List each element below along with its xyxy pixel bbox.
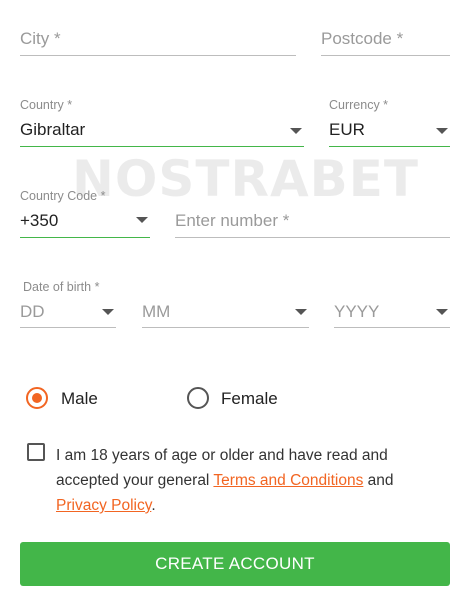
country-code-underline: [20, 237, 150, 238]
female-label: Female: [221, 389, 278, 408]
terms-text: I am 18 years of age or older and have r…: [56, 443, 428, 518]
terms-text-part-2: and: [363, 472, 394, 489]
country-code-value: +350: [20, 211, 59, 230]
dob-month-value: MM: [142, 302, 171, 321]
currency-value: EUR: [329, 120, 365, 139]
postcode-underline: [321, 55, 450, 56]
dob-month-underline: [142, 327, 309, 328]
terms-and-conditions-link[interactable]: Terms and Conditions: [213, 472, 363, 489]
dob-day-value: DD: [20, 302, 45, 321]
gender-option-male[interactable]: Male: [26, 386, 136, 410]
dob-year-value: YYYY: [334, 302, 380, 321]
chevron-down-icon: [436, 128, 448, 134]
country-code-select[interactable]: Country Code * +350: [20, 187, 150, 238]
city-placeholder: City *: [20, 29, 61, 48]
postcode-field[interactable]: Postcode *: [321, 24, 450, 56]
female-radio[interactable]: [187, 387, 209, 409]
postcode-placeholder: Postcode *: [321, 29, 404, 48]
dob-month-select[interactable]: MM: [142, 296, 309, 328]
male-label: Male: [61, 389, 98, 408]
currency-select[interactable]: Currency * EUR: [329, 96, 450, 147]
chevron-down-icon: [436, 309, 448, 315]
dob-year-underline: [334, 327, 450, 328]
terms-text-part-3: .: [151, 497, 156, 514]
phone-underline: [175, 237, 450, 238]
dob-year-select[interactable]: YYYY: [334, 296, 450, 328]
create-account-button[interactable]: CREATE ACCOUNT: [20, 542, 450, 586]
city-field[interactable]: City *: [20, 24, 296, 56]
country-select[interactable]: Country * Gibraltar: [20, 96, 304, 147]
country-underline: [20, 146, 304, 147]
male-radio[interactable]: [26, 387, 48, 409]
gender-option-female[interactable]: Female: [187, 386, 307, 410]
chevron-down-icon: [136, 217, 148, 223]
chevron-down-icon: [102, 309, 114, 315]
dob-label: Date of birth *: [23, 280, 100, 294]
currency-label: Currency *: [329, 98, 389, 112]
chevron-down-icon: [290, 128, 302, 134]
dob-day-select[interactable]: DD: [20, 296, 116, 328]
privacy-policy-link[interactable]: Privacy Policy: [56, 497, 151, 514]
city-underline: [20, 55, 296, 56]
country-code-label: Country Code *: [20, 189, 106, 203]
dob-day-underline: [20, 327, 116, 328]
terms-checkbox[interactable]: [27, 443, 45, 461]
country-label: Country *: [20, 98, 73, 112]
country-value: Gibraltar: [20, 120, 86, 139]
chevron-down-icon: [295, 309, 307, 315]
phone-placeholder: Enter number *: [175, 211, 290, 230]
currency-underline: [329, 146, 450, 147]
phone-number-input[interactable]: Enter number *: [175, 204, 450, 238]
